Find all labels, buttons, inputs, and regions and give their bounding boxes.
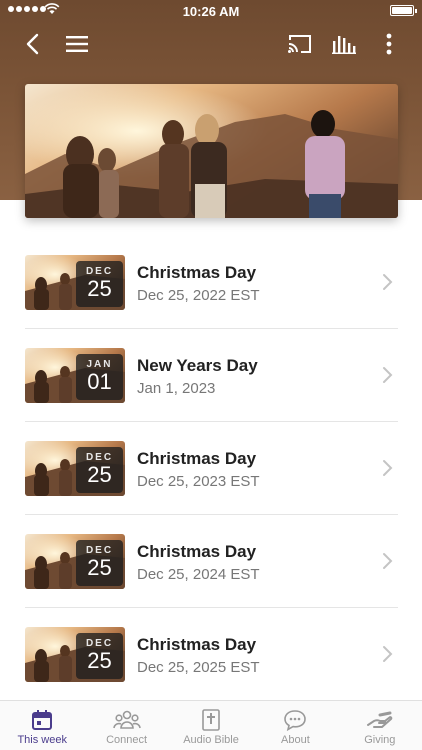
event-date: Dec 25, 2024 EST [137,566,260,583]
date-badge: DEC 25 [76,633,123,679]
list-item[interactable]: JAN 01 New Years Day Jan 1, 2023 [25,329,398,422]
bible-icon [202,709,220,731]
back-icon[interactable] [20,28,44,60]
toolbar [0,28,422,60]
event-title: Christmas Day [137,635,257,654]
date-badge: JAN 01 [76,354,123,400]
event-date: Dec 25, 2025 EST [137,659,260,676]
tab-label: Giving [364,734,396,746]
list-item[interactable]: DEC 25 Christmas Day Dec 25, 2025 EST [25,608,398,701]
event-thumbnail: DEC 25 [25,534,125,589]
event-thumbnail: DEC 25 [25,441,125,496]
chevron-right-icon [383,646,393,662]
date-badge: DEC 25 [76,540,123,586]
calendar-icon [32,710,53,730]
status-time: 10:26 AM [182,4,240,19]
menu-icon[interactable] [64,28,90,60]
tab-label: About [281,734,310,746]
battery-icon [390,5,417,16]
badge-day: 25 [87,462,112,487]
list-item[interactable]: DEC 25 Christmas Day Dec 25, 2022 EST [25,236,398,329]
tab-connect[interactable]: Connect [84,701,168,750]
event-title: New Years Day [137,356,258,375]
event-thumbnail: DEC 25 [25,627,125,682]
chevron-right-icon [383,367,393,383]
tab-label: This week [17,734,67,746]
event-date: Dec 25, 2023 EST [137,473,260,490]
chevron-right-icon [383,460,393,476]
chevron-right-icon [383,553,393,569]
hero-image [25,84,398,218]
tab-about[interactable]: About [253,701,337,750]
event-date: Dec 25, 2022 EST [137,287,260,304]
event-thumbnail: JAN 01 [25,348,125,403]
event-date: Jan 1, 2023 [137,380,216,397]
tab-audio-bible[interactable]: Audio Bible [169,701,253,750]
chat-bubble-icon [284,710,307,731]
cast-icon[interactable] [286,28,314,60]
date-badge: DEC 25 [76,447,123,493]
event-title: Christmas Day [137,449,257,468]
date-badge: DEC 25 [76,261,123,307]
list-item[interactable]: DEC 25 Christmas Day Dec 25, 2024 EST [25,515,398,608]
giving-hand-icon [366,711,393,728]
tab-label: Connect [106,734,148,746]
badge-day: 25 [87,648,112,673]
badge-day: 25 [87,276,112,301]
badge-day: 25 [87,555,112,580]
event-title: Christmas Day [137,263,257,282]
chevron-right-icon [383,274,393,290]
people-icon [112,710,141,729]
audio-levels-icon[interactable] [330,28,358,60]
tab-this-week[interactable]: This week [0,701,84,750]
event-list: DEC 25 Christmas Day Dec 25, 2022 EST JA… [25,236,398,701]
tab-label: Audio Bible [183,734,239,746]
more-vertical-icon[interactable] [380,28,398,60]
badge-day: 01 [87,369,112,394]
tab-giving[interactable]: Giving [338,701,422,750]
event-thumbnail: DEC 25 [25,255,125,310]
list-item[interactable]: DEC 25 Christmas Day Dec 25, 2023 EST [25,422,398,515]
tab-bar: This week Connect Audio Bible About Givi… [0,700,422,750]
status-bar: 10:26 AM [0,0,422,22]
event-title: Christmas Day [137,542,257,561]
